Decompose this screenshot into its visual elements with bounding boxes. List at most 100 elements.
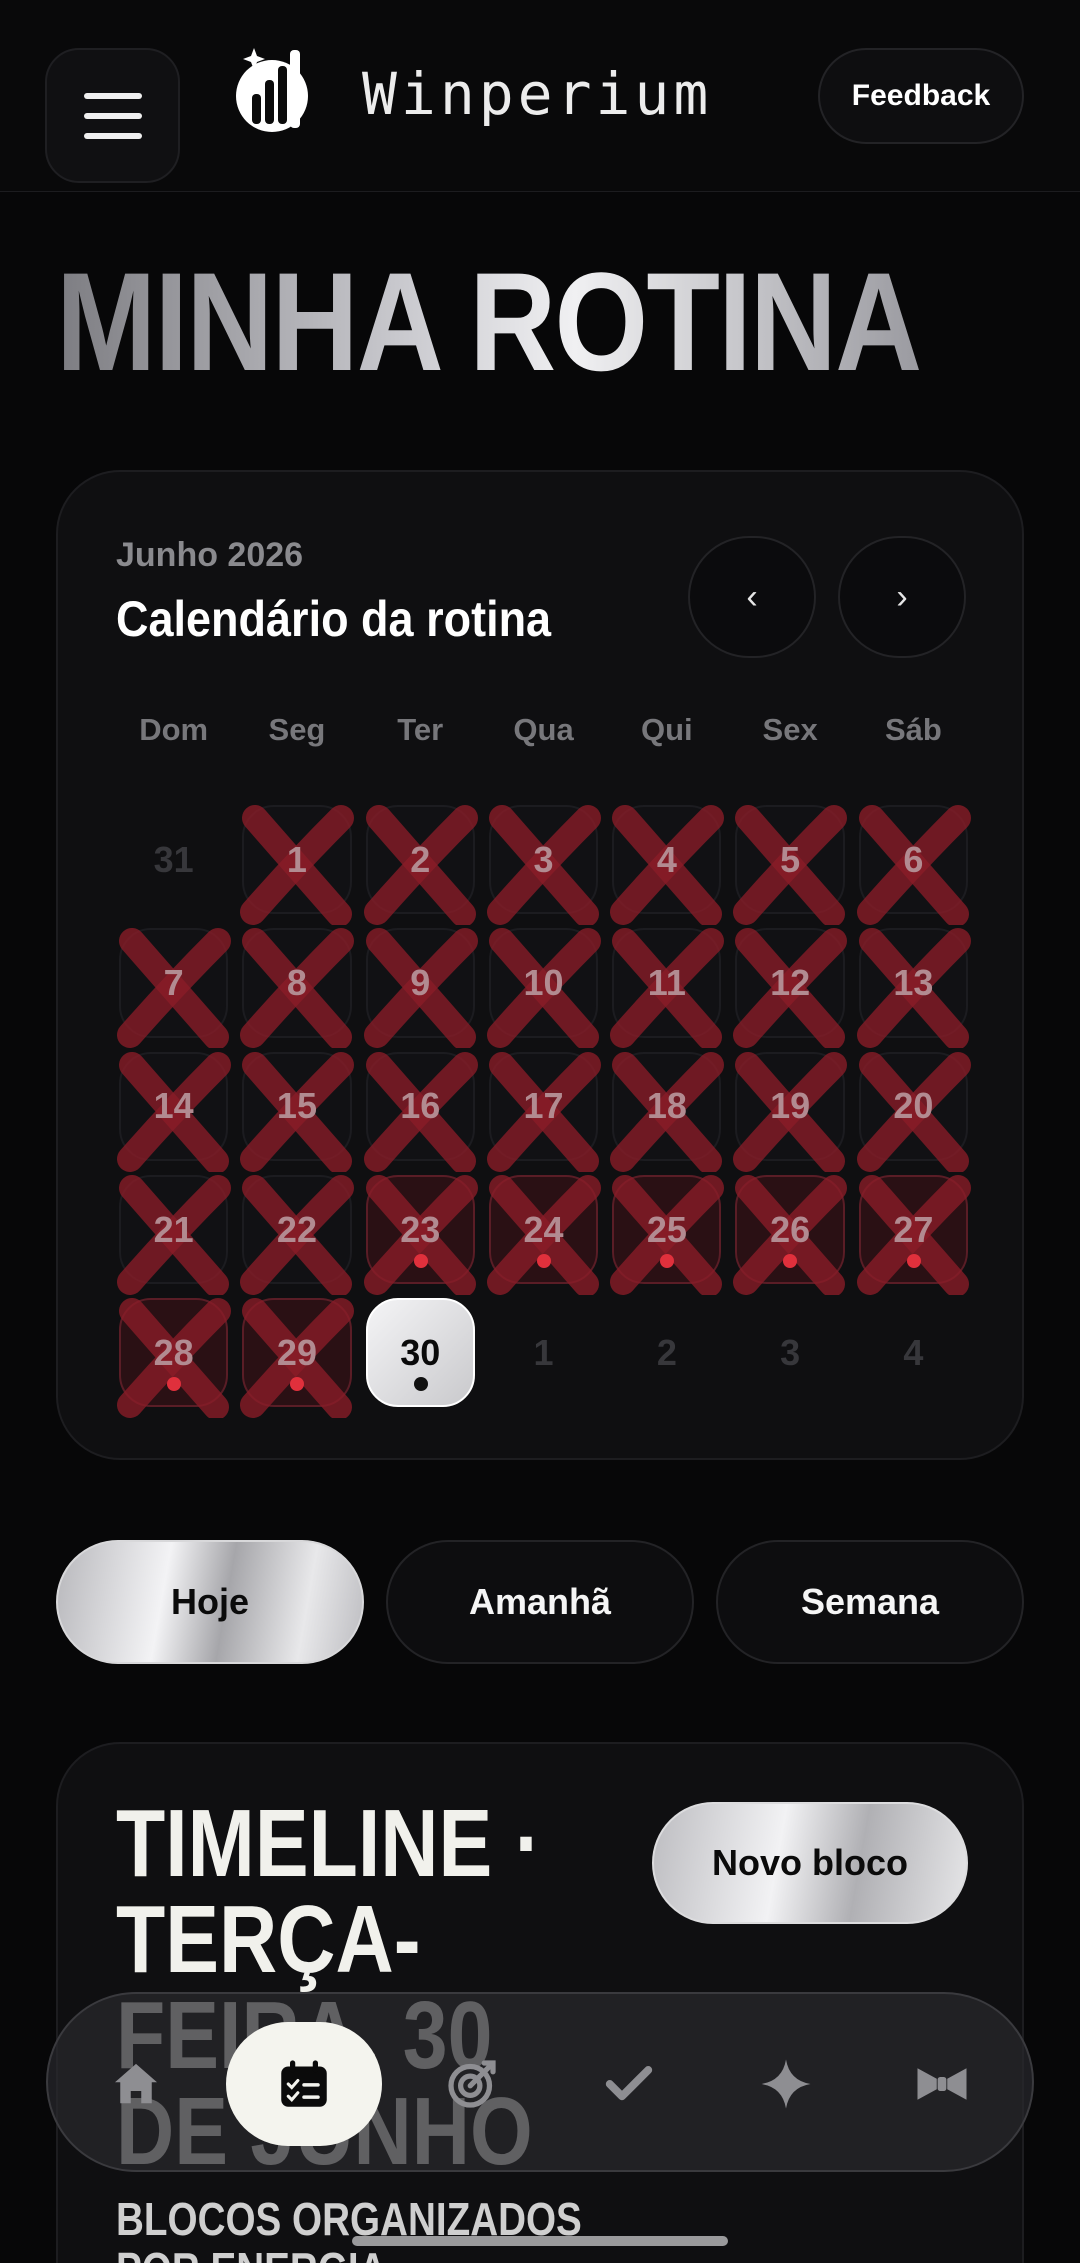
calendar-day[interactable]: 4 [605, 798, 728, 925]
nav-sparkle[interactable] [708, 1994, 864, 2174]
day-number: 12 [770, 961, 811, 1003]
day-number: 25 [646, 1208, 687, 1250]
nav-bowtie[interactable] [864, 1994, 1020, 2174]
calendar-day[interactable]: 12 [728, 921, 851, 1049]
timeline-title-line: TIMELINE · [116, 1790, 542, 1897]
weekday-header: Dom Seg Ter Qua Qui Sex Sáb [112, 712, 972, 748]
calendar-day-today[interactable]: 30 [359, 1291, 482, 1414]
event-dot [906, 1253, 921, 1268]
weekday-label: Dom [139, 712, 209, 747]
tab-semana[interactable]: Semana [716, 1540, 1024, 1664]
calendar-day[interactable]: 26 [728, 1168, 851, 1295]
calendar-day[interactable]: 13 [852, 921, 975, 1049]
calendar-day: 4 [852, 1291, 975, 1414]
feedback-button[interactable]: Feedback [818, 48, 1024, 144]
calendar-day[interactable]: 11 [605, 921, 728, 1049]
calendar-day[interactable]: 14 [112, 1045, 235, 1172]
day-number: 2 [656, 1331, 677, 1373]
calendar-day[interactable]: 15 [235, 1045, 358, 1172]
calendar-day[interactable]: 1 [235, 798, 358, 925]
previous-month-button[interactable]: ‹ [688, 536, 816, 658]
timeline-title-line: TERÇA- [116, 1886, 421, 1993]
calendar-day[interactable]: 22 [235, 1168, 358, 1295]
day-number: 10 [523, 961, 564, 1003]
day-number: 2 [410, 838, 431, 880]
menu-icon-bar [83, 132, 142, 139]
day-number: 3 [780, 1331, 801, 1373]
day-number: 20 [893, 1085, 934, 1127]
calendar-day[interactable]: 27 [852, 1168, 975, 1295]
sparkle-icon [761, 2059, 811, 2109]
tab-hoje[interactable]: Hoje [56, 1540, 364, 1664]
page-title: MINHA ROTINA [56, 243, 922, 400]
calendar-checklist-icon [281, 2060, 327, 2107]
day-number: 24 [523, 1208, 564, 1250]
home-indicator [352, 2236, 728, 2246]
calendar-day[interactable]: 5 [728, 798, 851, 925]
calendar-day[interactable]: 10 [482, 921, 605, 1049]
day-number: 15 [276, 1085, 317, 1127]
day-number: 1 [286, 838, 307, 880]
day-number: 13 [893, 961, 934, 1003]
event-dot [660, 1253, 675, 1268]
calendar-day[interactable]: 24 [482, 1168, 605, 1295]
day-number: 4 [656, 838, 677, 880]
day-number: 5 [780, 838, 801, 880]
calendar-day[interactable]: 20 [852, 1045, 975, 1172]
day-number: 28 [153, 1331, 194, 1373]
nav-calendar-checklist[interactable] [226, 1994, 382, 2174]
calendar-day[interactable]: 29 [235, 1291, 358, 1419]
nav-home[interactable] [58, 1994, 214, 2174]
nav-target[interactable] [394, 1994, 550, 2174]
calendar-day[interactable]: 19 [728, 1045, 851, 1172]
logo-icon [236, 48, 308, 132]
day-number: 11 [647, 961, 686, 1003]
calendar-day[interactable]: 9 [359, 921, 482, 1049]
day-number: 27 [893, 1208, 934, 1250]
day-number: 4 [903, 1331, 924, 1373]
weekday-label: Qui [641, 712, 693, 747]
calendar-day[interactable]: 3 [482, 798, 605, 925]
weekday-label: Ter [397, 712, 444, 747]
weekday-label: Qua [513, 712, 574, 747]
home-icon [115, 2063, 157, 2104]
brand-name: Winperium [362, 60, 713, 128]
calendar-day[interactable]: 16 [359, 1045, 482, 1172]
calendar-day[interactable]: 28 [112, 1291, 235, 1419]
calendar-day[interactable]: 25 [605, 1168, 728, 1295]
day-number: 9 [410, 961, 431, 1003]
bowtie-icon [917, 2068, 967, 2100]
calendar-day[interactable]: 6 [852, 798, 975, 925]
day-number: 22 [276, 1208, 317, 1250]
calendar-day[interactable]: 17 [482, 1045, 605, 1172]
weekday-label: Seg [268, 712, 326, 747]
check-icon [605, 2066, 653, 2101]
calendar-day: 31 [112, 798, 235, 921]
day-number: 16 [400, 1085, 441, 1127]
day-number: 29 [276, 1331, 317, 1373]
tab-amanhã[interactable]: Amanhã [386, 1540, 694, 1664]
calendar-day[interactable]: 2 [359, 798, 482, 925]
day-number: 17 [523, 1085, 564, 1127]
menu-icon-bar [83, 112, 142, 119]
day-number: 26 [770, 1208, 811, 1250]
day-number: 30 [400, 1331, 441, 1373]
calendar-month: Junho 2026 [116, 536, 304, 574]
day-number: 31 [153, 838, 194, 880]
calendar-day[interactable]: 21 [112, 1168, 235, 1295]
calendar-day[interactable]: 8 [235, 921, 358, 1049]
weekday-label: Sex [762, 712, 818, 747]
nav-check[interactable] [551, 1994, 707, 2174]
menu-button[interactable] [45, 48, 180, 183]
next-month-button[interactable]: › [838, 536, 966, 658]
day-number: 7 [163, 961, 184, 1003]
day-number: 21 [153, 1208, 194, 1250]
calendar-day[interactable]: 18 [605, 1045, 728, 1172]
calendar-day[interactable]: 23 [359, 1168, 482, 1295]
day-range-tabs: Hoje Amanhã Semana [56, 1540, 1024, 1664]
calendar-day[interactable]: 7 [112, 921, 235, 1049]
timeline-subtitle-line: POR ENERGIA [116, 2244, 586, 2263]
new-block-button[interactable]: Novo bloco [652, 1802, 968, 1924]
calendar-day: 1 [482, 1291, 605, 1414]
app-header: Winperium Feedback [0, 0, 1080, 192]
